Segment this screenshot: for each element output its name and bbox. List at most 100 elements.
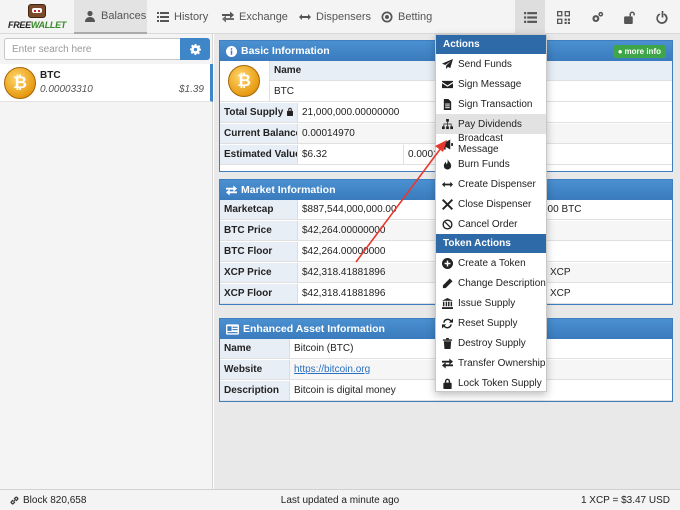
menu-item-close-dispenser[interactable]: Close Dispenser [436, 194, 546, 214]
tab-history[interactable]: History [157, 0, 208, 34]
menu-item-lock-token-supply[interactable]: Lock Token Supply [436, 373, 546, 393]
menu-item-sign-message[interactable]: Sign Message [436, 74, 546, 94]
menu-item-broadcast-message[interactable]: Broadcast Message [436, 133, 546, 155]
actions-dropdown-menu: Actions Send Funds Sign Message Sign Tra… [435, 34, 547, 392]
exchange-icon [226, 184, 237, 196]
asset-list-item-btc[interactable]: ₿ BTC 0.00003310 $1.39 [0, 64, 213, 102]
menu-item-label: Destroy Supply [458, 337, 526, 349]
tab-betting-label: Betting [398, 11, 433, 23]
menu-item-transfer-ownership[interactable]: Transfer Ownership [436, 353, 546, 373]
menu-item-label: Transfer Ownership [458, 357, 546, 369]
panel-title: Basic Information [241, 45, 330, 57]
id-card-icon [226, 323, 239, 335]
panel-title: Enhanced Asset Information [243, 323, 385, 335]
bank-icon [442, 297, 453, 309]
menu-item-cancel-order[interactable]: Cancel Order [436, 214, 546, 234]
tab-balances-label: Balances [101, 10, 147, 22]
trash-icon [442, 337, 453, 349]
menu-item-pay-dividends[interactable]: Pay Dividends [436, 114, 546, 134]
exchange-icon [222, 11, 234, 23]
cogs-icon [591, 11, 603, 22]
estimated-value-usd: $6.32 [298, 145, 404, 165]
panel-title: Market Information [241, 184, 336, 196]
menu-item-reset-supply[interactable]: Reset Supply [436, 313, 546, 333]
envelope-icon [442, 80, 453, 88]
logo-text-wallet: WALLET [30, 20, 67, 30]
menu-item-label: Create Dispenser [458, 178, 536, 190]
estimated-value-label: Estimated Value [220, 145, 298, 165]
tab-exchange-label: Exchange [239, 11, 288, 23]
settings-button[interactable] [582, 0, 612, 34]
list-icon [157, 12, 169, 22]
menu-item-burn-funds[interactable]: Burn Funds [436, 154, 546, 174]
description-label: Description [220, 381, 290, 401]
menu-item-send-funds[interactable]: Send Funds [436, 54, 546, 74]
arrows-icon [299, 14, 311, 20]
qrcode-button[interactable] [548, 0, 578, 34]
menu-item-label: Sign Message [458, 78, 522, 90]
wallet-logo-icon [28, 4, 46, 18]
xcp-rate-text: 1 XCP = $3.47 USD [580, 495, 670, 506]
asset-amount: 0.00003310 [40, 84, 93, 95]
qrcode-icon [556, 10, 570, 24]
bullhorn-icon [442, 138, 453, 150]
paper-plane-icon [442, 58, 453, 69]
actions-header: Actions [436, 35, 546, 54]
tab-betting[interactable]: Betting [381, 0, 432, 34]
website-label: Website [220, 360, 290, 380]
top-navigation-bar: FREEWALLET Balances History Exchange Dis… [0, 0, 680, 34]
token-actions-header: Token Actions [436, 234, 546, 253]
lock-icon [443, 378, 452, 389]
tab-balances[interactable]: Balances [74, 0, 147, 34]
xcp-floor-unit: XCP [550, 288, 571, 299]
menu-item-label: Lock Token Supply [458, 377, 542, 389]
arrows-h-icon [442, 181, 453, 187]
unlock-button[interactable] [614, 0, 644, 34]
actions-menu-button[interactable] [515, 0, 545, 34]
menu-item-label: Reset Supply [458, 317, 518, 329]
asset-symbol: BTC [40, 70, 61, 81]
menu-item-destroy-supply[interactable]: Destroy Supply [436, 333, 546, 353]
bitcoin-coin-icon: ₿ [228, 65, 260, 97]
btc-price-label: BTC Price [220, 221, 298, 241]
exchange-icon [442, 357, 453, 369]
tab-exchange[interactable]: Exchange [222, 0, 288, 34]
menu-item-label: Close Dispenser [458, 198, 532, 210]
last-updated-text: Last updated a minute ago [280, 495, 400, 506]
sitemap-icon [442, 118, 453, 129]
freewallet-logo[interactable]: FREEWALLET [8, 3, 70, 32]
tab-dispensers-label: Dispensers [316, 11, 372, 23]
plus-circle-icon [442, 257, 453, 269]
user-icon [85, 10, 95, 22]
logo-text-free: FREE [8, 20, 31, 30]
file-icon [443, 98, 452, 110]
search-input[interactable] [4, 38, 180, 60]
asset-usd-value: $1.39 [178, 84, 204, 95]
menu-item-label: Change Description [458, 277, 546, 289]
tab-dispensers[interactable]: Dispensers [299, 0, 371, 34]
menu-item-sign-transaction[interactable]: Sign Transaction [436, 94, 546, 114]
menu-item-label: Cancel Order [458, 218, 518, 230]
menu-item-label: Pay Dividends [458, 118, 522, 130]
status-bar: Block 820,658 Last updated a minute ago … [0, 489, 680, 510]
marketcap-label: Marketcap [220, 200, 298, 220]
enhanced-name-label: Name [220, 339, 290, 359]
fire-icon [443, 158, 452, 170]
more-info-button[interactable]: ● more info [612, 45, 666, 58]
logout-button[interactable] [647, 0, 677, 34]
list-icon [523, 11, 537, 23]
website-link[interactable]: https://bitcoin.org [294, 364, 370, 375]
bitcoin-coin-icon: ₿ [4, 67, 36, 99]
menu-item-issue-supply[interactable]: Issue Supply [436, 293, 546, 313]
menu-item-create-dispenser[interactable]: Create Dispenser [436, 174, 546, 194]
search-settings-button[interactable] [180, 38, 210, 60]
close-icon [442, 198, 453, 210]
menu-item-create-token[interactable]: Create a Token [436, 253, 546, 273]
btc-floor-label: BTC Floor [220, 242, 298, 262]
menu-item-label: Burn Funds [458, 158, 510, 170]
target-icon [381, 11, 393, 23]
menu-item-change-description[interactable]: Change Description [436, 273, 546, 293]
ban-icon [442, 218, 453, 230]
menu-item-label: Create a Token [458, 257, 526, 269]
xcp-price-label: XCP Price [220, 263, 298, 283]
